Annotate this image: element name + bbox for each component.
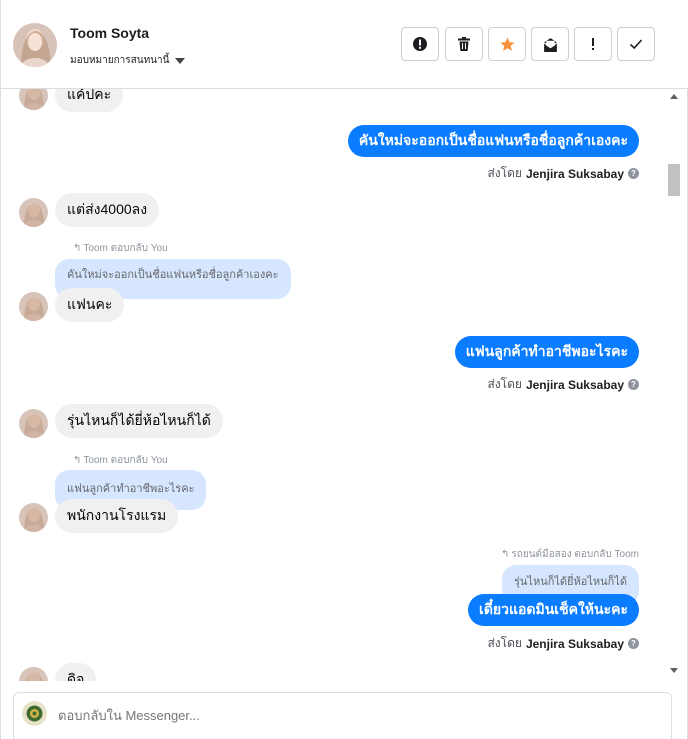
sent-by-name: Jenjira Suksabay bbox=[525, 166, 624, 181]
help-icon[interactable]: ? bbox=[628, 638, 639, 649]
message-list[interactable]: แค้ปคะ คันใหม่จะออกเป็นชื่อแฟนหรือชื่อลู… bbox=[1, 89, 665, 681]
sent-by-prefix: ส่งโดย bbox=[487, 636, 522, 650]
delete-button[interactable] bbox=[445, 27, 483, 61]
scrollbar-thumb[interactable] bbox=[668, 164, 680, 196]
conversation-panel: Toom Soyta มอบหมายการสนทนานี้ แค้ปคะ คัน… bbox=[0, 0, 688, 739]
sent-by-name: Jenjira Suksabay bbox=[525, 377, 624, 392]
outgoing-message[interactable]: คันใหม่จะออกเป็นชื่อแฟนหรือชื่อลูกค้าเอง… bbox=[347, 125, 639, 157]
mark-spam-button[interactable] bbox=[401, 27, 439, 61]
mail-icon bbox=[542, 36, 559, 53]
assign-label: มอบหมายการสนทนานี้ bbox=[70, 55, 170, 66]
assign-conversation-dropdown[interactable]: มอบหมายการสนทนานี้ bbox=[70, 53, 186, 68]
alert-circle-icon bbox=[412, 36, 428, 52]
page-logo-icon bbox=[22, 701, 47, 726]
check-icon bbox=[628, 36, 644, 52]
help-icon[interactable]: ? bbox=[628, 379, 639, 390]
contact-name[interactable]: Toom Soyta bbox=[70, 25, 149, 41]
incoming-message[interactable]: พนักงานโรงแรม bbox=[55, 499, 179, 533]
contact-avatar-small bbox=[19, 89, 48, 110]
contact-avatar[interactable] bbox=[13, 23, 57, 67]
sent-by-info: ส่งโดย Jenjira Suksabay ? bbox=[487, 375, 639, 394]
caret-down-icon bbox=[175, 57, 186, 64]
star-button[interactable] bbox=[488, 27, 526, 61]
exclamation-icon bbox=[585, 36, 601, 52]
sent-by-info: ส่งโดย Jenjira Suksabay ? bbox=[487, 634, 639, 653]
mark-unread-button[interactable] bbox=[531, 27, 569, 61]
conversation-header: Toom Soyta มอบหมายการสนทนานี้ bbox=[1, 0, 688, 89]
contact-avatar-small bbox=[19, 667, 48, 681]
sent-by-prefix: ส่งโดย bbox=[487, 377, 522, 391]
contact-avatar-small bbox=[19, 409, 48, 438]
reply-arrow-icon: ↰ bbox=[73, 243, 82, 254]
reply-label: ↰ Toom ตอบกลับ You bbox=[73, 455, 168, 466]
reply-composer bbox=[13, 692, 672, 739]
trash-icon bbox=[456, 36, 472, 52]
outgoing-message[interactable]: เดี๋ยวแอดมินเช็คให้นะคะ bbox=[468, 594, 639, 626]
incoming-message[interactable]: รุ่นไหนก็ได้ยี่ห้อไหนก็ได้ bbox=[55, 404, 223, 438]
sent-by-prefix: ส่งโดย bbox=[487, 166, 522, 180]
sent-by-name: Jenjira Suksabay bbox=[525, 636, 624, 651]
star-icon bbox=[499, 36, 516, 53]
incoming-message[interactable]: แต่ส่ง4000ลง bbox=[55, 193, 160, 227]
contact-avatar-small bbox=[19, 503, 48, 532]
message-scrollbar[interactable] bbox=[667, 89, 681, 681]
contact-avatar-small bbox=[19, 198, 48, 227]
incoming-message[interactable]: แฟนคะ bbox=[55, 288, 125, 322]
outgoing-message[interactable]: แฟนลูกค้าทำอาชีพอะไรคะ bbox=[454, 336, 639, 368]
reply-input[interactable] bbox=[58, 708, 558, 723]
sent-by-info: ส่งโดย Jenjira Suksabay ? bbox=[487, 164, 639, 183]
mark-important-button[interactable] bbox=[574, 27, 612, 61]
incoming-message[interactable]: แค้ปคะ bbox=[55, 89, 124, 112]
scroll-down-arrow-icon[interactable] bbox=[670, 668, 678, 673]
reply-arrow-icon: ↰ bbox=[501, 549, 510, 560]
incoming-message[interactable]: ดิจ bbox=[55, 663, 97, 681]
reply-label: ↰ รถยนต์มือสอง ตอบกลับ Toom bbox=[501, 549, 639, 560]
contact-avatar-small bbox=[19, 292, 48, 321]
reply-label: ↰ Toom ตอบกลับ You bbox=[73, 243, 168, 254]
reply-arrow-icon: ↰ bbox=[73, 455, 82, 466]
scroll-up-arrow-icon[interactable] bbox=[670, 94, 678, 99]
mark-done-button[interactable] bbox=[617, 27, 655, 61]
help-icon[interactable]: ? bbox=[628, 168, 639, 179]
